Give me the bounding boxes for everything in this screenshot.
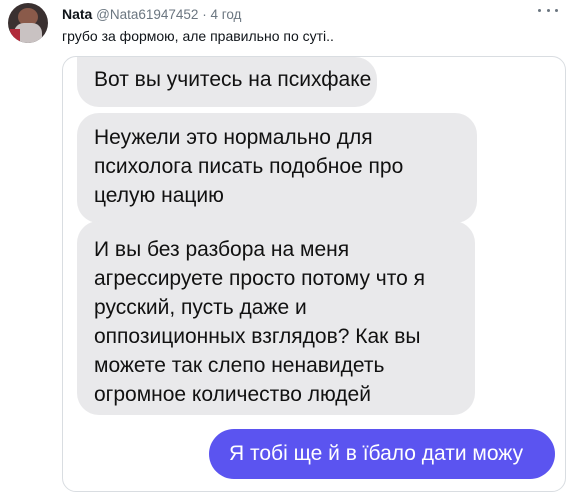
message-line: огромное количество людей (94, 383, 371, 406)
tweet-meta: Nata @Nata61947452 · 4 год (62, 6, 241, 22)
avatar[interactable] (8, 3, 48, 43)
incoming-message: Неужели это нормально для психолога писа… (77, 113, 477, 223)
tweet-header: Nata @Nata61947452 · 4 год грубо за форм… (0, 0, 570, 56)
message-line: Неужели это нормально для (94, 126, 373, 149)
outgoing-message: Я тобі ще й в їбало дати можу (209, 429, 555, 479)
message-line: Вот вы учитесь на психфаке (94, 68, 372, 91)
incoming-message: Вот вы учитесь на психфаке (77, 57, 377, 107)
message-line: психолога писать подобное про (94, 155, 404, 178)
tweet-text: грубо за формою, але правильно по суті.. (62, 28, 334, 44)
message-line: оппозиционных взглядов? Как вы (94, 325, 421, 348)
message-line: И вы без разбора на меня (94, 238, 350, 261)
incoming-message: И вы без разбора на меня агрессируете пр… (77, 221, 475, 415)
message-line: можете так слепо ненавидеть (94, 354, 385, 377)
message-line: агрессируете просто потому что я (94, 267, 426, 290)
author-name[interactable]: Nata (62, 6, 92, 22)
tweet-timestamp[interactable]: 4 год (210, 7, 241, 22)
message-line: целую нацию (94, 184, 224, 207)
tweet-media-image[interactable]: Вот вы учитесь на психфаке Неужели это н… (62, 56, 566, 492)
author-handle[interactable]: @Nata61947452 (96, 7, 198, 22)
message-line: русский, пусть даже и (94, 296, 307, 319)
more-horizontal-icon[interactable] (538, 3, 558, 17)
meta-separator: · (202, 7, 207, 22)
